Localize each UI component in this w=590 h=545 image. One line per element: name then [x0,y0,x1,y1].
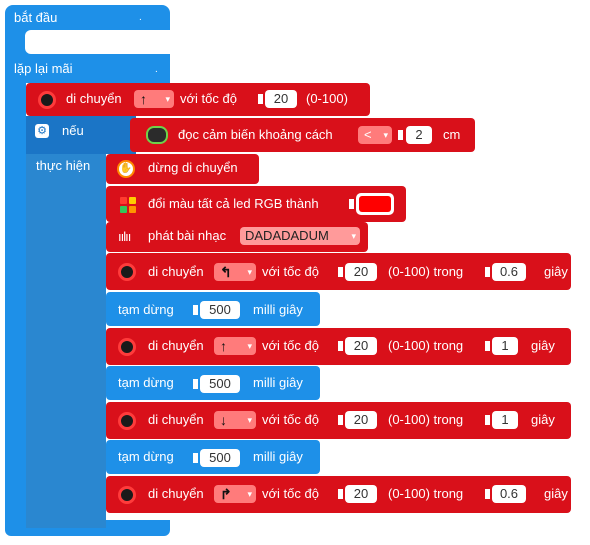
pause-input[interactable]: 500 [200,375,240,393]
arrow-down-icon: ↓ [220,412,227,428]
speed-input[interactable]: 20 [345,411,377,429]
turn-right-icon: ↱ [220,486,232,502]
speed-input[interactable]: 20 [345,263,377,281]
hand-stop-icon: ✋ [117,160,135,178]
wheel-icon [38,91,56,109]
color-picker[interactable] [356,193,394,215]
turn-left-icon: ↰ [220,264,232,280]
rgb-grid-icon [120,197,136,213]
duration-input[interactable]: 1 [492,337,518,355]
loop-left-arm [5,83,26,528]
start-label: bắt đầu [14,10,58,25]
chevron-down-icon: ▾ [383,130,388,140]
chevron-down-icon: ▾ [247,489,252,499]
direction-dropdown[interactable]: ↰ ▾ [214,263,256,281]
operator-dropdown[interactable]: < ▾ [358,126,392,144]
start-block-slot [25,30,170,54]
wheel-icon [118,486,136,504]
wheel-icon [118,338,136,356]
wheel-icon [118,263,136,281]
loop-label: lặp lại mãi [14,61,73,76]
chevron-down-icon: ▾ [247,415,252,425]
pause-input[interactable]: 500 [200,301,240,319]
direction-dropdown[interactable]: ↓ ▾ [214,411,256,429]
duration-input[interactable]: 0.6 [492,263,526,281]
wheel-icon [118,412,136,430]
duration-input[interactable]: 1 [492,411,518,429]
speed-input[interactable]: 20 [345,337,377,355]
direction-dropdown[interactable]: ↑ ▾ [134,90,174,108]
song-dropdown[interactable]: DADADADUM ▾ [240,227,360,245]
gear-icon[interactable]: ⚙ [35,124,49,138]
distance-input[interactable]: 2 [406,126,432,144]
chevron-down-icon: ▾ [247,341,252,351]
music-wave-icon: ıılıı [118,229,131,244]
direction-dropdown[interactable]: ↑ ▾ [214,337,256,355]
if-arm [26,154,106,528]
speed-input[interactable]: 20 [265,90,297,108]
arrow-up-icon: ↑ [220,338,227,354]
chevron-down-icon: ▾ [351,231,356,241]
direction-dropdown[interactable]: ↱ ▾ [214,485,256,503]
chevron-down-icon: ▾ [247,267,252,277]
arrow-up-icon: ↑ [140,91,147,107]
pause-input[interactable]: 500 [200,449,240,467]
robot-eyes-icon [146,126,168,144]
chevron-down-icon: ▾ [165,94,170,104]
speed-input[interactable]: 20 [345,485,377,503]
duration-input[interactable]: 0.6 [492,485,526,503]
